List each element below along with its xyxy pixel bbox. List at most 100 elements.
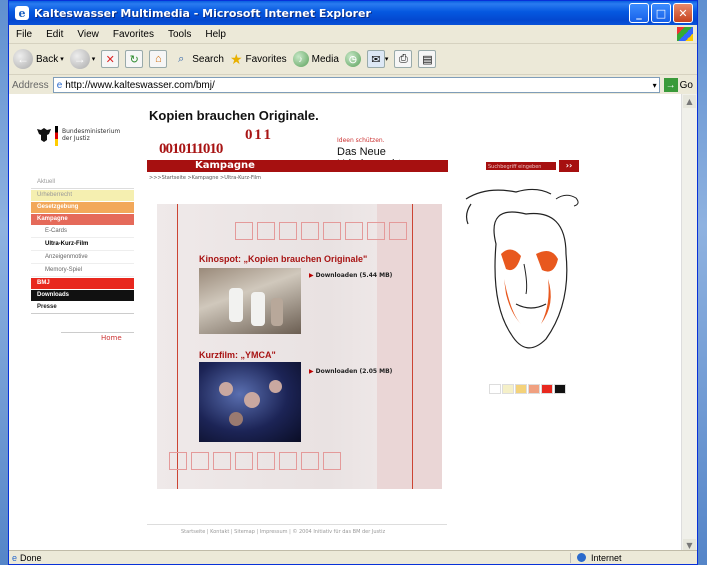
sidebar-item-downloads[interactable]: Downloads bbox=[31, 290, 134, 301]
forward-button[interactable]: → ▾ bbox=[69, 49, 96, 69]
campaign-bar: Kampagne bbox=[147, 160, 448, 172]
color-swatches bbox=[489, 384, 567, 394]
sidebar-item-anzeigenmotive[interactable]: Anzeigenmotive bbox=[31, 252, 134, 264]
address-input[interactable]: e http://www.kalteswasser.com/bmj/ ▾ bbox=[52, 77, 660, 93]
ministry-logo-text: Bundesministerium der Justiz bbox=[62, 128, 120, 142]
kurzfilm-thumbnail[interactable] bbox=[199, 362, 301, 442]
menu-file[interactable]: File bbox=[9, 29, 39, 40]
mail-button[interactable]: ✉ ▾ bbox=[366, 50, 388, 68]
go-label: Go bbox=[679, 79, 693, 91]
kurzfilm-download-link[interactable]: ▶ Downloaden (2.05 MB) bbox=[309, 368, 392, 375]
menu-help[interactable]: Help bbox=[198, 29, 233, 40]
square bbox=[169, 452, 187, 470]
ministry-line2: der Justiz bbox=[62, 135, 90, 142]
sidebar-item-gesetzgebung[interactable]: Gesetzgebung bbox=[31, 202, 134, 213]
square bbox=[279, 452, 297, 470]
ie-icon: e bbox=[15, 6, 29, 20]
close-button[interactable]: ✕ bbox=[673, 3, 693, 23]
media-icon: ♪ bbox=[292, 51, 309, 67]
color-swatch[interactable] bbox=[502, 384, 514, 394]
color-swatch[interactable] bbox=[515, 384, 527, 394]
binary-line2: 0010111010 bbox=[159, 141, 223, 157]
figure-shape bbox=[251, 292, 265, 326]
zone-label: Internet bbox=[591, 552, 622, 563]
back-button[interactable]: ← Back ▾ bbox=[13, 49, 64, 69]
section-title: Kampagne bbox=[195, 160, 255, 171]
square bbox=[279, 222, 297, 240]
star-icon: ★ bbox=[229, 50, 243, 67]
search-icon: ⌕ bbox=[178, 52, 185, 65]
page-icon: e bbox=[12, 552, 18, 563]
refresh-button[interactable]: ↻ bbox=[125, 50, 144, 68]
media-label: Media bbox=[311, 53, 339, 65]
menu-favorites[interactable]: Favorites bbox=[106, 29, 161, 40]
window-title: Kalteswasser Multimedia - Microsoft Inte… bbox=[34, 6, 371, 20]
sidebar-item-urheberrecht[interactable]: Urheberrecht bbox=[31, 190, 134, 201]
decorative-squares bbox=[169, 452, 345, 470]
square bbox=[235, 222, 253, 240]
sidebar-item-presse[interactable]: Presse bbox=[31, 302, 134, 314]
menu-edit[interactable]: Edit bbox=[39, 29, 70, 40]
dropdown-arrow-icon[interactable]: ▾ bbox=[653, 81, 657, 90]
back-arrow-icon: ← bbox=[13, 49, 33, 69]
menu-view[interactable]: View bbox=[70, 29, 106, 40]
history-button[interactable]: ◷ bbox=[344, 51, 361, 67]
menu-tools[interactable]: Tools bbox=[161, 29, 198, 40]
edit-button[interactable]: ▤ bbox=[418, 50, 437, 68]
site-search-button[interactable]: ›› bbox=[559, 160, 579, 172]
decorative-squares bbox=[235, 222, 411, 240]
decorative-line bbox=[177, 204, 178, 489]
favorites-button[interactable]: ★ Favorites bbox=[230, 51, 287, 68]
sidebar-item-ultra-kurz-film[interactable]: Ultra-Kurz-Film bbox=[31, 239, 134, 251]
sidebar-item-memory-spiel[interactable]: Memory-Spiel bbox=[31, 265, 134, 277]
home-button[interactable]: ⌂ bbox=[149, 50, 168, 68]
home-link[interactable]: Home bbox=[101, 334, 122, 342]
home-icon: ⌂ bbox=[149, 50, 168, 68]
vertical-scrollbar[interactable]: ▲ ▼ bbox=[681, 94, 697, 553]
refresh-icon: ↻ bbox=[125, 50, 144, 68]
federal-eagle-icon bbox=[37, 128, 51, 142]
print-icon: ⎙ bbox=[394, 50, 413, 68]
kinospot-download-link[interactable]: ▶ Downloaden (5.44 MB) bbox=[309, 272, 392, 279]
decorative-block bbox=[377, 204, 442, 489]
sidebar-item-bmj[interactable]: BMJ bbox=[31, 278, 134, 289]
divider bbox=[147, 524, 447, 525]
security-zone: Internet bbox=[570, 552, 697, 563]
square bbox=[345, 222, 363, 240]
color-swatch[interactable] bbox=[554, 384, 566, 394]
history-icon: ◷ bbox=[344, 51, 361, 67]
media-button[interactable]: ♪ Media bbox=[292, 51, 339, 67]
status-bar: e Done Internet bbox=[9, 550, 697, 564]
breadcrumb: >>>Startseite >Kampagne >Ultra-Kurz-Film bbox=[149, 175, 262, 181]
square bbox=[213, 452, 231, 470]
chevron-down-icon: ▾ bbox=[91, 56, 96, 63]
site-search-input[interactable]: Suchbegriff eingeben bbox=[485, 161, 557, 171]
title-bar[interactable]: e Kalteswasser Multimedia - Microsoft In… bbox=[9, 1, 697, 25]
maximize-button[interactable]: □ bbox=[651, 3, 671, 23]
face-illustration[interactable] bbox=[456, 184, 596, 374]
figure-shape bbox=[244, 392, 260, 408]
color-swatch[interactable] bbox=[528, 384, 540, 394]
figure-shape bbox=[229, 412, 243, 426]
sidebar-item-aktuell[interactable]: Aktuell bbox=[31, 177, 134, 189]
figure-shape bbox=[271, 298, 283, 326]
left-column: Bundesministerium der Justiz Aktuell Urhe… bbox=[31, 94, 136, 534]
sidebar-item-kampagne[interactable]: Kampagne bbox=[31, 214, 134, 225]
go-arrow-icon: → bbox=[663, 78, 678, 92]
color-swatch[interactable] bbox=[489, 384, 501, 394]
scroll-up-icon[interactable]: ▲ bbox=[683, 95, 696, 108]
kurzfilm-download-label: Downloaden (2.05 MB) bbox=[315, 368, 393, 375]
sidebar-item-e-cards[interactable]: E-Cards bbox=[31, 226, 134, 238]
print-button[interactable]: ⎙ bbox=[394, 50, 413, 68]
go-button[interactable]: → Go bbox=[663, 78, 693, 92]
kinospot-thumbnail[interactable] bbox=[199, 268, 301, 334]
color-swatch[interactable] bbox=[541, 384, 553, 394]
figure-shape bbox=[269, 380, 282, 393]
footer-links[interactable]: Startseite | Kontakt | Sitemap | Impress… bbox=[181, 529, 385, 535]
minimize-button[interactable]: _ bbox=[629, 3, 649, 23]
stop-button[interactable]: ✕ bbox=[101, 50, 120, 68]
square bbox=[323, 452, 341, 470]
search-button[interactable]: ⌕ Search bbox=[173, 51, 224, 67]
windows-logo-icon bbox=[677, 27, 693, 41]
arrow-right-icon: ▶ bbox=[309, 272, 314, 279]
